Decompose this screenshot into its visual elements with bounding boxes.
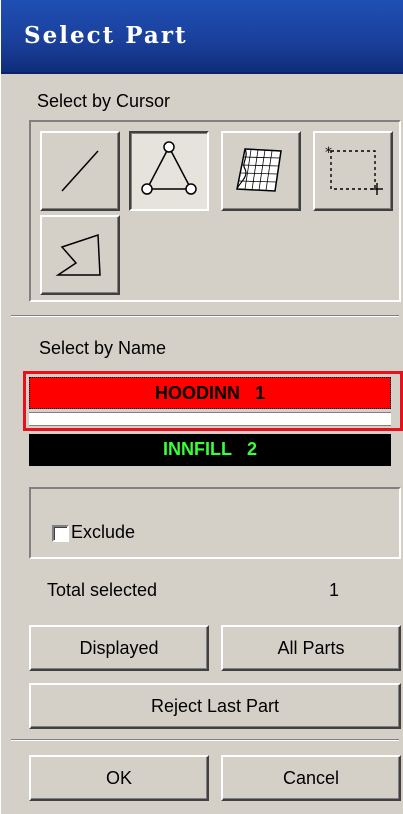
bottom-separator xyxy=(11,739,399,741)
select-by-name-label: Select by Name xyxy=(39,338,167,358)
all-parts-button[interactable]: All Parts xyxy=(221,625,401,671)
select-part-dialog: Select Part Select by Cursor * Select by… xyxy=(0,0,403,814)
reject-last-part-button[interactable]: Reject Last Part xyxy=(29,683,401,729)
ok-button[interactable]: OK xyxy=(29,755,209,801)
polygon-icon xyxy=(55,233,101,276)
surface-select-button[interactable] xyxy=(221,131,301,211)
displayed-button[interactable]: Displayed xyxy=(29,625,209,671)
total-selected-value: 1 xyxy=(329,580,340,600)
part-item-hoodinn[interactable]: HOODINN 1 xyxy=(29,377,391,409)
window-title: Select Part xyxy=(24,22,188,49)
part-id: 2 xyxy=(247,439,258,459)
part-id: 1 xyxy=(255,383,266,403)
dashed-box-cursor-icon: * xyxy=(325,145,383,195)
list-divider xyxy=(29,412,391,426)
triangle-nodes-icon xyxy=(141,141,197,195)
part-name: HOODINN xyxy=(154,383,240,403)
cancel-button[interactable]: Cancel xyxy=(221,755,401,801)
polygon-select-button[interactable] xyxy=(40,215,120,295)
box-select-button[interactable]: * xyxy=(313,131,393,211)
line-select-button[interactable] xyxy=(40,131,120,211)
exclude-label: Exclude xyxy=(71,522,136,542)
total-selected-label: Total selected xyxy=(47,580,158,600)
mesh-surface-icon xyxy=(236,148,282,192)
select-by-cursor-label: Select by Cursor xyxy=(37,91,171,111)
title-bar[interactable]: Select Part xyxy=(1,0,403,74)
part-name: INNFILL xyxy=(162,439,232,459)
exclude-checkbox[interactable] xyxy=(52,525,69,542)
diagonal-line-icon xyxy=(61,150,99,192)
section-separator xyxy=(11,315,399,317)
svg-text:*: * xyxy=(325,145,332,161)
part-item-innfill[interactable]: INNFILL 2 xyxy=(29,434,391,466)
triangle-select-button[interactable] xyxy=(129,131,209,211)
